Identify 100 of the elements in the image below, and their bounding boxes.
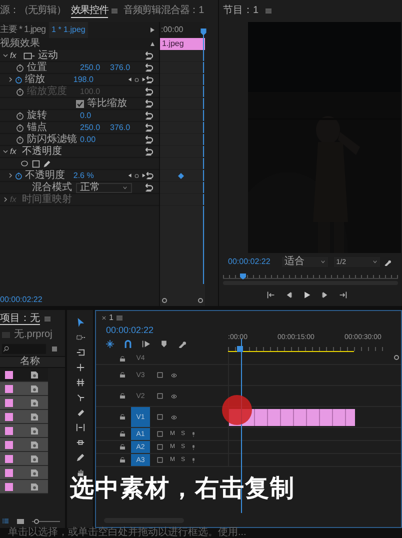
panel-tab[interactable]: 项目：无: [0, 314, 40, 324]
chevron-icon[interactable]: [320, 260, 326, 264]
reset-icon[interactable]: [144, 135, 153, 144]
media-item[interactable]: [0, 466, 48, 480]
magnet-icon[interactable]: [124, 340, 132, 348]
reset-icon[interactable]: [144, 183, 153, 192]
lock-icon[interactable]: [120, 393, 125, 399]
panel-tab[interactable]: 效果控件: [70, 4, 108, 18]
previous-keyframe-icon[interactable]: [128, 77, 132, 82]
stopwatch-icon[interactable]: [16, 136, 24, 144]
step-back-icon[interactable]: [284, 291, 292, 299]
param-value[interactable]: 2.6 %: [73, 172, 94, 180]
hand-tool-icon[interactable]: [76, 468, 84, 477]
chevron-icon[interactable]: [2, 53, 8, 58]
lock-icon[interactable]: [120, 431, 125, 437]
panel-menu-icon[interactable]: [44, 316, 51, 322]
icon-view-icon[interactable]: [17, 518, 24, 524]
lock-icon[interactable]: [120, 414, 125, 420]
eye-icon[interactable]: [170, 372, 178, 378]
play-icon[interactable]: [302, 291, 310, 299]
pen-icon[interactable]: [76, 453, 84, 462]
param-value[interactable]: 376.0: [110, 64, 130, 72]
rolling-edit-icon[interactable]: [76, 363, 84, 372]
media-item[interactable]: [0, 452, 48, 466]
zoom-handle-icon[interactable]: [162, 298, 167, 302]
snap-icon[interactable]: [106, 340, 114, 348]
zoom-dropdown[interactable]: 适合: [282, 257, 328, 267]
sync-lock-icon[interactable]: [156, 372, 164, 378]
go-to-out-icon[interactable]: [338, 291, 346, 299]
panel-tab[interactable]: 音频剪辑混合器：1: [123, 5, 204, 17]
chevron-icon[interactable]: [372, 260, 378, 264]
bin-icon[interactable]: [52, 346, 57, 352]
blend-mode-dropdown[interactable]: 正常: [76, 182, 132, 192]
step-forward-icon[interactable]: [320, 291, 328, 299]
previous-keyframe-icon[interactable]: [128, 173, 132, 178]
media-item[interactable]: [0, 480, 48, 494]
eye-icon[interactable]: [170, 394, 178, 398]
reset-icon[interactable]: [145, 171, 154, 180]
wrench-icon[interactable]: [384, 258, 392, 266]
linked-selection-icon[interactable]: [142, 340, 150, 348]
close-icon[interactable]: [102, 316, 106, 320]
sequence-clip-tab[interactable]: 1 * 1.jpeg: [48, 22, 88, 38]
microphone-icon[interactable]: [191, 444, 196, 450]
next-keyframe-icon[interactable]: [142, 173, 146, 178]
eye-icon[interactable]: [170, 414, 178, 420]
media-item[interactable]: [0, 382, 48, 396]
stopwatch-icon[interactable]: [16, 112, 24, 120]
selection-tool-icon[interactable]: [76, 318, 84, 327]
slip-tool-icon[interactable]: [76, 423, 84, 432]
fx-toggle[interactable]: fx: [10, 50, 22, 62]
timecode[interactable]: 00:00:02:22: [106, 326, 228, 338]
go-to-in-icon[interactable]: [266, 291, 274, 299]
add-keyframe-icon[interactable]: [134, 76, 140, 82]
panel-tab[interactable]: 1: [109, 314, 114, 322]
checkbox[interactable]: [76, 100, 84, 108]
reset-icon[interactable]: [144, 99, 153, 108]
panel-menu-icon[interactable]: [116, 315, 124, 321]
panel-tab[interactable]: 节目：1: [223, 6, 259, 16]
media-item[interactable]: [0, 424, 48, 438]
param-value[interactable]: 0.00: [80, 136, 96, 144]
transform-icon[interactable]: [22, 52, 36, 60]
fx-toggle[interactable]: fx: [10, 146, 22, 158]
chevron-icon[interactable]: [2, 197, 8, 202]
microphone-icon[interactable]: [191, 456, 196, 464]
lock-icon[interactable]: [120, 444, 125, 450]
media-item[interactable]: [0, 410, 48, 424]
chevron-icon[interactable]: [2, 149, 8, 154]
chevron-icon[interactable]: [8, 77, 13, 82]
media-item[interactable]: [0, 438, 48, 452]
timecode[interactable]: 00:00:02:22: [228, 258, 270, 266]
lock-icon[interactable]: [120, 457, 125, 463]
rate-stretch-icon[interactable]: [76, 378, 84, 387]
wrench-icon[interactable]: [178, 340, 186, 348]
panel-tab[interactable]: 源：（无剪辑）: [0, 5, 66, 17]
zoom-handle-icon[interactable]: [198, 298, 204, 302]
marker-icon[interactable]: [160, 340, 168, 348]
add-keyframe-icon[interactable]: [134, 172, 140, 178]
sync-lock-icon[interactable]: [156, 393, 164, 399]
media-item[interactable]: [0, 396, 48, 410]
param-value[interactable]: 250.0: [80, 64, 100, 72]
stopwatch-icon[interactable]: [14, 172, 22, 180]
chevron-icon[interactable]: [8, 173, 13, 178]
timecode[interactable]: 00:00:02:22: [0, 296, 42, 304]
keyframe-icon[interactable]: [178, 173, 184, 179]
panel-menu-icon[interactable]: [264, 8, 272, 14]
track-select-icon[interactable]: [76, 333, 84, 342]
search-field[interactable]: [2, 344, 46, 354]
panel-menu-icon[interactable]: [111, 8, 118, 14]
microphone-icon[interactable]: [191, 430, 196, 438]
next-keyframe-icon[interactable]: [142, 77, 146, 82]
razor-blade-icon[interactable]: [76, 408, 84, 417]
stopwatch-icon[interactable]: [14, 76, 22, 84]
collapse-icon[interactable]: [150, 42, 155, 46]
lock-icon[interactable]: [120, 356, 125, 362]
param-value[interactable]: 250.0: [80, 124, 100, 132]
list-view-icon[interactable]: [2, 518, 9, 524]
playhead-icon[interactable]: [200, 28, 207, 36]
zoom-slider-thumb[interactable]: [34, 518, 40, 524]
sync-lock-icon[interactable]: [156, 414, 164, 420]
rectangle-mask-icon[interactable]: [32, 160, 40, 168]
